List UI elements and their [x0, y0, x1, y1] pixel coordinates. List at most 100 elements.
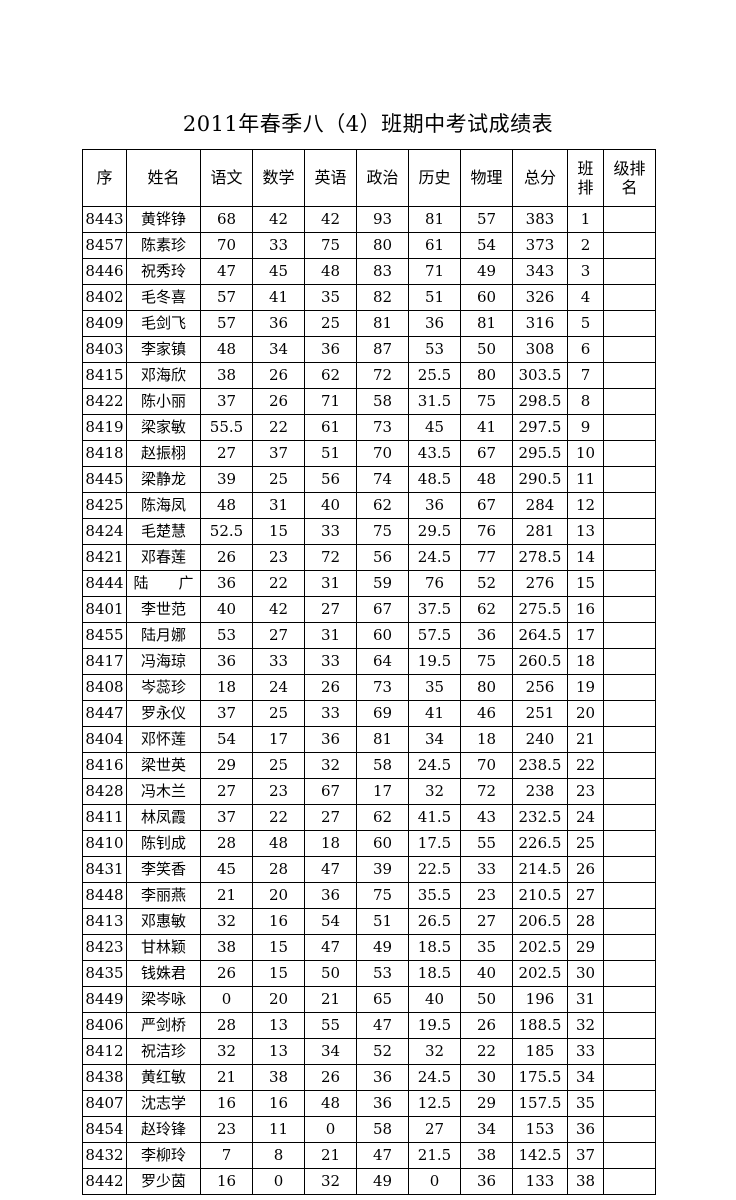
cell-eng[interactable]: 72	[304, 544, 357, 571]
cell-math[interactable]: 33	[252, 648, 305, 675]
cell-grank[interactable]	[603, 830, 656, 857]
cell-math[interactable]: 41	[252, 284, 305, 311]
cell-math[interactable]: 33	[252, 232, 305, 259]
cell-total[interactable]: 276	[512, 570, 568, 597]
cell-grank[interactable]	[603, 258, 656, 285]
cell-pol[interactable]: 75	[356, 882, 409, 909]
table-row[interactable]: 8417 冯海琼 36 33 33 64 19.5 75 260.5 18	[82, 648, 656, 675]
cell-total[interactable]: 316	[512, 310, 568, 337]
cell-chn[interactable]: 27	[200, 440, 253, 467]
cell-his[interactable]: 25.5	[408, 362, 461, 389]
cell-seq[interactable]: 8442	[82, 1168, 127, 1195]
cell-phy[interactable]: 52	[460, 570, 513, 597]
cell-total[interactable]: 284	[512, 492, 568, 519]
table-row[interactable]: 8454 赵玲锋 23 11 0 58 27 34 153 36	[82, 1116, 656, 1143]
column-header-eng[interactable]: 英语	[304, 149, 357, 207]
cell-crank[interactable]: 24	[567, 804, 604, 831]
cell-name[interactable]: 邓惠敏	[126, 908, 201, 935]
cell-seq[interactable]: 8406	[82, 1012, 127, 1039]
cell-crank[interactable]: 11	[567, 466, 604, 493]
cell-grank[interactable]	[603, 544, 656, 571]
cell-total[interactable]: 260.5	[512, 648, 568, 675]
cell-pol[interactable]: 67	[356, 596, 409, 623]
cell-name[interactable]: 李家镇	[126, 336, 201, 363]
table-row[interactable]: 8406 严剑桥 28 13 55 47 19.5 26 188.5 32	[82, 1012, 656, 1039]
cell-pol[interactable]: 65	[356, 986, 409, 1013]
table-row[interactable]: 8409 毛剑飞 57 36 25 81 36 81 316 5	[82, 310, 656, 337]
cell-total[interactable]: 308	[512, 336, 568, 363]
table-row[interactable]: 8445 梁静龙 39 25 56 74 48.5 48 290.5 11	[82, 466, 656, 493]
cell-seq[interactable]: 8447	[82, 700, 127, 727]
cell-chn[interactable]: 36	[200, 570, 253, 597]
cell-chn[interactable]: 26	[200, 960, 253, 987]
table-row[interactable]: 8416 梁世英 29 25 32 58 24.5 70 238.5 22	[82, 752, 656, 779]
cell-his[interactable]: 36	[408, 492, 461, 519]
cell-pol[interactable]: 51	[356, 908, 409, 935]
cell-math[interactable]: 11	[252, 1116, 305, 1143]
cell-phy[interactable]: 36	[460, 1168, 513, 1195]
cell-phy[interactable]: 60	[460, 284, 513, 311]
cell-his[interactable]: 17.5	[408, 830, 461, 857]
cell-grank[interactable]	[603, 518, 656, 545]
cell-chn[interactable]: 47	[200, 258, 253, 285]
table-row[interactable]: 8410 陈钊成 28 48 18 60 17.5 55 226.5 25	[82, 830, 656, 857]
cell-phy[interactable]: 34	[460, 1116, 513, 1143]
table-row[interactable]: 8432 李柳玲 7 8 21 47 21.5 38 142.5 37	[82, 1142, 656, 1169]
cell-name[interactable]: 钱姝君	[126, 960, 201, 987]
cell-eng[interactable]: 36	[304, 882, 357, 909]
cell-his[interactable]: 0	[408, 1168, 461, 1195]
cell-crank[interactable]: 36	[567, 1116, 604, 1143]
cell-eng[interactable]: 54	[304, 908, 357, 935]
cell-total[interactable]: 196	[512, 986, 568, 1013]
cell-grank[interactable]	[603, 726, 656, 753]
cell-crank[interactable]: 21	[567, 726, 604, 753]
cell-grank[interactable]	[603, 440, 656, 467]
cell-total[interactable]: 232.5	[512, 804, 568, 831]
cell-eng[interactable]: 51	[304, 440, 357, 467]
cell-phy[interactable]: 50	[460, 336, 513, 363]
cell-chn[interactable]: 18	[200, 674, 253, 701]
cell-name[interactable]: 黄红敏	[126, 1064, 201, 1091]
cell-eng[interactable]: 75	[304, 232, 357, 259]
table-row[interactable]: 8442 罗少茵 16 0 32 49 0 36 133 38	[82, 1168, 656, 1195]
column-header-name[interactable]: 姓名	[126, 149, 201, 207]
cell-pol[interactable]: 39	[356, 856, 409, 883]
cell-crank[interactable]: 4	[567, 284, 604, 311]
cell-his[interactable]: 51	[408, 284, 461, 311]
cell-phy[interactable]: 41	[460, 414, 513, 441]
cell-crank[interactable]: 2	[567, 232, 604, 259]
cell-chn[interactable]: 27	[200, 778, 253, 805]
cell-seq[interactable]: 8411	[82, 804, 127, 831]
cell-chn[interactable]: 55.5	[200, 414, 253, 441]
cell-phy[interactable]: 67	[460, 440, 513, 467]
cell-math[interactable]: 25	[252, 466, 305, 493]
cell-pol[interactable]: 47	[356, 1012, 409, 1039]
cell-eng[interactable]: 26	[304, 674, 357, 701]
cell-grank[interactable]	[603, 622, 656, 649]
cell-crank[interactable]: 6	[567, 336, 604, 363]
cell-chn[interactable]: 29	[200, 752, 253, 779]
cell-grank[interactable]	[603, 856, 656, 883]
cell-pol[interactable]: 36	[356, 1090, 409, 1117]
cell-name[interactable]: 陆月娜	[126, 622, 201, 649]
cell-crank[interactable]: 1	[567, 206, 604, 233]
cell-his[interactable]: 71	[408, 258, 461, 285]
cell-eng[interactable]: 47	[304, 934, 357, 961]
cell-phy[interactable]: 75	[460, 648, 513, 675]
cell-eng[interactable]: 33	[304, 700, 357, 727]
table-row[interactable]: 8443 黄铧铮 68 42 42 93 81 57 383 1	[82, 206, 656, 233]
column-header-crank[interactable]: 班排	[567, 149, 604, 207]
cell-crank[interactable]: 26	[567, 856, 604, 883]
cell-pol[interactable]: 87	[356, 336, 409, 363]
cell-eng[interactable]: 61	[304, 414, 357, 441]
cell-pol[interactable]: 59	[356, 570, 409, 597]
cell-math[interactable]: 24	[252, 674, 305, 701]
cell-crank[interactable]: 33	[567, 1038, 604, 1065]
cell-crank[interactable]: 22	[567, 752, 604, 779]
cell-seq[interactable]: 8455	[82, 622, 127, 649]
cell-eng[interactable]: 35	[304, 284, 357, 311]
cell-chn[interactable]: 21	[200, 1064, 253, 1091]
table-row[interactable]: 8425 陈海凤 48 31 40 62 36 67 284 12	[82, 492, 656, 519]
cell-total[interactable]: 206.5	[512, 908, 568, 935]
cell-crank[interactable]: 20	[567, 700, 604, 727]
